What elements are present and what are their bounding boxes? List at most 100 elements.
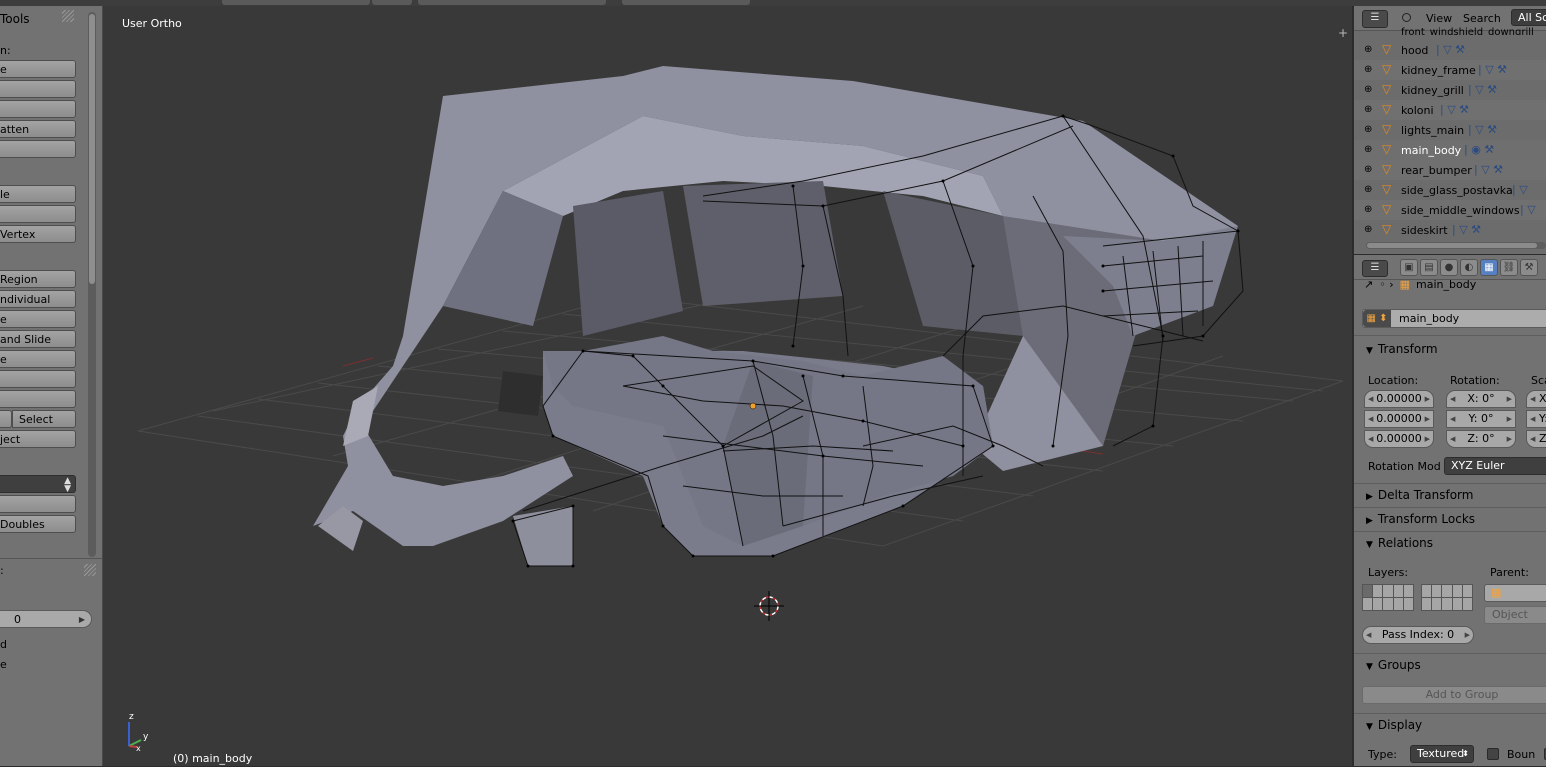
- panel-grip-icon[interactable]: [62, 10, 74, 22]
- outliner-scrollbar[interactable]: [1366, 242, 1546, 249]
- location-z-field[interactable]: ◀ 0.00000 ▶: [1364, 430, 1434, 448]
- scale-y-field[interactable]: ◀Y:: [1526, 410, 1546, 428]
- select-button[interactable]: Select: [12, 410, 76, 428]
- transform-panel-header[interactable]: ▼ Transform: [1366, 342, 1438, 356]
- tool-dropdown[interactable]: ▲ ▼: [0, 475, 76, 494]
- render-tab-icon[interactable]: ▣: [1400, 259, 1418, 276]
- display-type-dropdown[interactable]: Textured ⬍: [1410, 745, 1474, 763]
- 3d-viewport[interactable]: User Ortho (0) main_body z y x +: [103, 6, 1352, 766]
- tool-button[interactable]: ndividual: [0, 290, 76, 308]
- scale-x-field[interactable]: ◀X:: [1526, 390, 1546, 408]
- editor-type-icon[interactable]: ☰: [1362, 260, 1388, 277]
- layers-grid-1[interactable]: [1362, 584, 1414, 611]
- outliner-item-partial[interactable]: front_windshield_downgrill: [1401, 27, 1534, 35]
- outliner-item-sideskirt[interactable]: ⊕ ▽ sideskirt | ▽ ⚒: [1354, 220, 1546, 240]
- right-arrow-icon[interactable]: ▶: [79, 611, 85, 628]
- tool-button[interactable]: e: [0, 350, 76, 368]
- parent-field[interactable]: ▦: [1484, 584, 1546, 602]
- display-header[interactable]: ▼ Display: [1366, 718, 1422, 732]
- layers-grid-2[interactable]: [1421, 584, 1473, 611]
- expand-icon[interactable]: ⊕: [1364, 44, 1372, 55]
- scrollbar-thumb[interactable]: [89, 14, 95, 284]
- render-layers-tab-icon[interactable]: ▤: [1420, 259, 1438, 276]
- tool-button[interactable]: atten: [0, 120, 76, 138]
- tool-button[interactable]: le: [0, 185, 76, 203]
- pin-icon[interactable]: ↗: [1364, 278, 1373, 291]
- 3d-cursor-icon[interactable]: [754, 591, 784, 621]
- add-region-icon[interactable]: +: [1338, 26, 1348, 40]
- expand-icon[interactable]: ⊕: [1364, 124, 1372, 135]
- outliner-item-kidney-grill[interactable]: ⊕ ▽ kidney_grill | ▽ ⚒: [1354, 80, 1546, 100]
- expand-icon[interactable]: ⊕: [1364, 184, 1372, 195]
- tool-button[interactable]: [0, 100, 76, 118]
- parent-type-dropdown[interactable]: Object: [1484, 606, 1546, 624]
- rotation-x-field[interactable]: ◀ X: 0° ▶: [1446, 390, 1516, 408]
- mesh-render[interactable]: [103, 6, 1352, 766]
- delta-transform-panel[interactable]: ▶ Delta Transform: [1354, 483, 1546, 508]
- panel-grip-icon[interactable]: [84, 564, 96, 576]
- search-menu[interactable]: Search: [1463, 12, 1501, 25]
- outliner-item-side-glass-postavka[interactable]: ⊕ ▽ side_glass_postavka | ▽: [1354, 180, 1546, 200]
- scrollbar-thumb[interactable]: [1367, 243, 1537, 248]
- world-tab-icon[interactable]: ◐: [1460, 259, 1478, 276]
- scene-filter-dropdown[interactable]: All Sc: [1511, 9, 1546, 26]
- tool-button[interactable]: [0, 495, 76, 513]
- rotation-z-field[interactable]: ◀ Z: 0° ▶: [1446, 430, 1516, 448]
- modifiers-tab-icon[interactable]: ⚒: [1520, 259, 1538, 276]
- outliner-item-lights-main[interactable]: ⊕ ▽ lights_main | ▽ ⚒: [1354, 120, 1546, 140]
- expand-icon[interactable]: ⊕: [1364, 224, 1372, 235]
- outliner-item-koloni[interactable]: ⊕ ▽ koloni | ▽ ⚒: [1354, 100, 1546, 120]
- outliner-item-hood[interactable]: ⊕ ▽ hood | ▽ ⚒: [1354, 40, 1546, 60]
- number-field[interactable]: 0 ▶: [0, 610, 92, 628]
- tool-button[interactable]: [0, 410, 12, 428]
- bounds-checkbox[interactable]: [1487, 748, 1499, 760]
- object-button[interactable]: ject: [0, 430, 76, 448]
- tool-button[interactable]: [0, 205, 76, 223]
- add-to-group-button[interactable]: Add to Group: [1362, 686, 1546, 704]
- object-tab-icon[interactable]: ▦: [1480, 259, 1498, 276]
- tool-button[interactable]: Region: [0, 270, 76, 288]
- transform-locks-panel[interactable]: ▶ Transform Locks: [1354, 507, 1546, 532]
- tool-button[interactable]: [0, 80, 76, 98]
- expand-icon[interactable]: ⊕: [1364, 104, 1372, 115]
- rotation-y-field[interactable]: ◀ Y: 0° ▶: [1446, 410, 1516, 428]
- expand-icon[interactable]: ⊕: [1364, 144, 1372, 155]
- object-origin-icon[interactable]: [749, 402, 757, 410]
- scene-tab-icon[interactable]: ●: [1440, 259, 1458, 276]
- scale-z-field[interactable]: ◀Z:: [1526, 430, 1546, 448]
- pass-index-field[interactable]: ◀ Pass Index: 0 ▶: [1362, 626, 1474, 644]
- constraints-tab-icon[interactable]: ⛓: [1500, 259, 1518, 276]
- tool-button[interactable]: [0, 370, 76, 388]
- outliner-item-kidney-frame[interactable]: ⊕ ▽ kidney_frame | ▽ ⚒: [1354, 60, 1546, 80]
- tool-button[interactable]: [0, 140, 76, 158]
- view-menu[interactable]: View: [1426, 12, 1452, 25]
- relations-header[interactable]: ▼ Relations: [1366, 536, 1433, 550]
- tool-button[interactable]: [0, 390, 76, 408]
- header-field[interactable]: [222, 0, 370, 5]
- tool-button[interactable]: and Slide: [0, 330, 76, 348]
- expand-icon[interactable]: ⊕: [1364, 64, 1372, 75]
- tool-button[interactable]: e: [0, 310, 76, 328]
- rotation-mode-dropdown[interactable]: XYZ Euler: [1444, 457, 1546, 475]
- header-field[interactable]: [418, 0, 606, 5]
- expand-icon[interactable]: ⊕: [1364, 204, 1372, 215]
- outliner-item-main-body[interactable]: ⊕ ▽ main_body | ◉ ⚒: [1354, 140, 1546, 160]
- tool-button[interactable]: e: [0, 60, 76, 78]
- expand-icon[interactable]: ⊕: [1364, 84, 1372, 95]
- header-field[interactable]: [372, 0, 412, 5]
- editor-type-icon[interactable]: ☰: [1362, 10, 1388, 28]
- display-filter-icon[interactable]: [1402, 13, 1411, 22]
- groups-header[interactable]: ▼ Groups: [1366, 658, 1421, 672]
- object-datablock-icon[interactable]: ▦ ⬍: [1363, 310, 1391, 327]
- location-x-field[interactable]: ◀ 0.00000 ▶: [1364, 390, 1434, 408]
- tool-button[interactable]: Vertex: [0, 225, 76, 243]
- outliner-item-rear-bumper[interactable]: ⊕ ▽ rear_bumper | ▽ ⚒: [1354, 160, 1546, 180]
- tool-shelf-scrollbar[interactable]: [88, 12, 96, 557]
- object-name-field[interactable]: ▦ ⬍ main_body: [1362, 309, 1546, 328]
- remove-doubles-button[interactable]: Doubles: [0, 515, 76, 533]
- expand-icon[interactable]: ⊕: [1364, 164, 1372, 175]
- location-y-field[interactable]: ◀ 0.00000 ▶: [1364, 410, 1434, 428]
- delta-transform-header[interactable]: ▶ Delta Transform: [1366, 488, 1473, 502]
- header-field[interactable]: [622, 0, 750, 5]
- outliner-item-side-middle-windows[interactable]: ⊕ ▽ side_middle_windows | ▽: [1354, 200, 1546, 220]
